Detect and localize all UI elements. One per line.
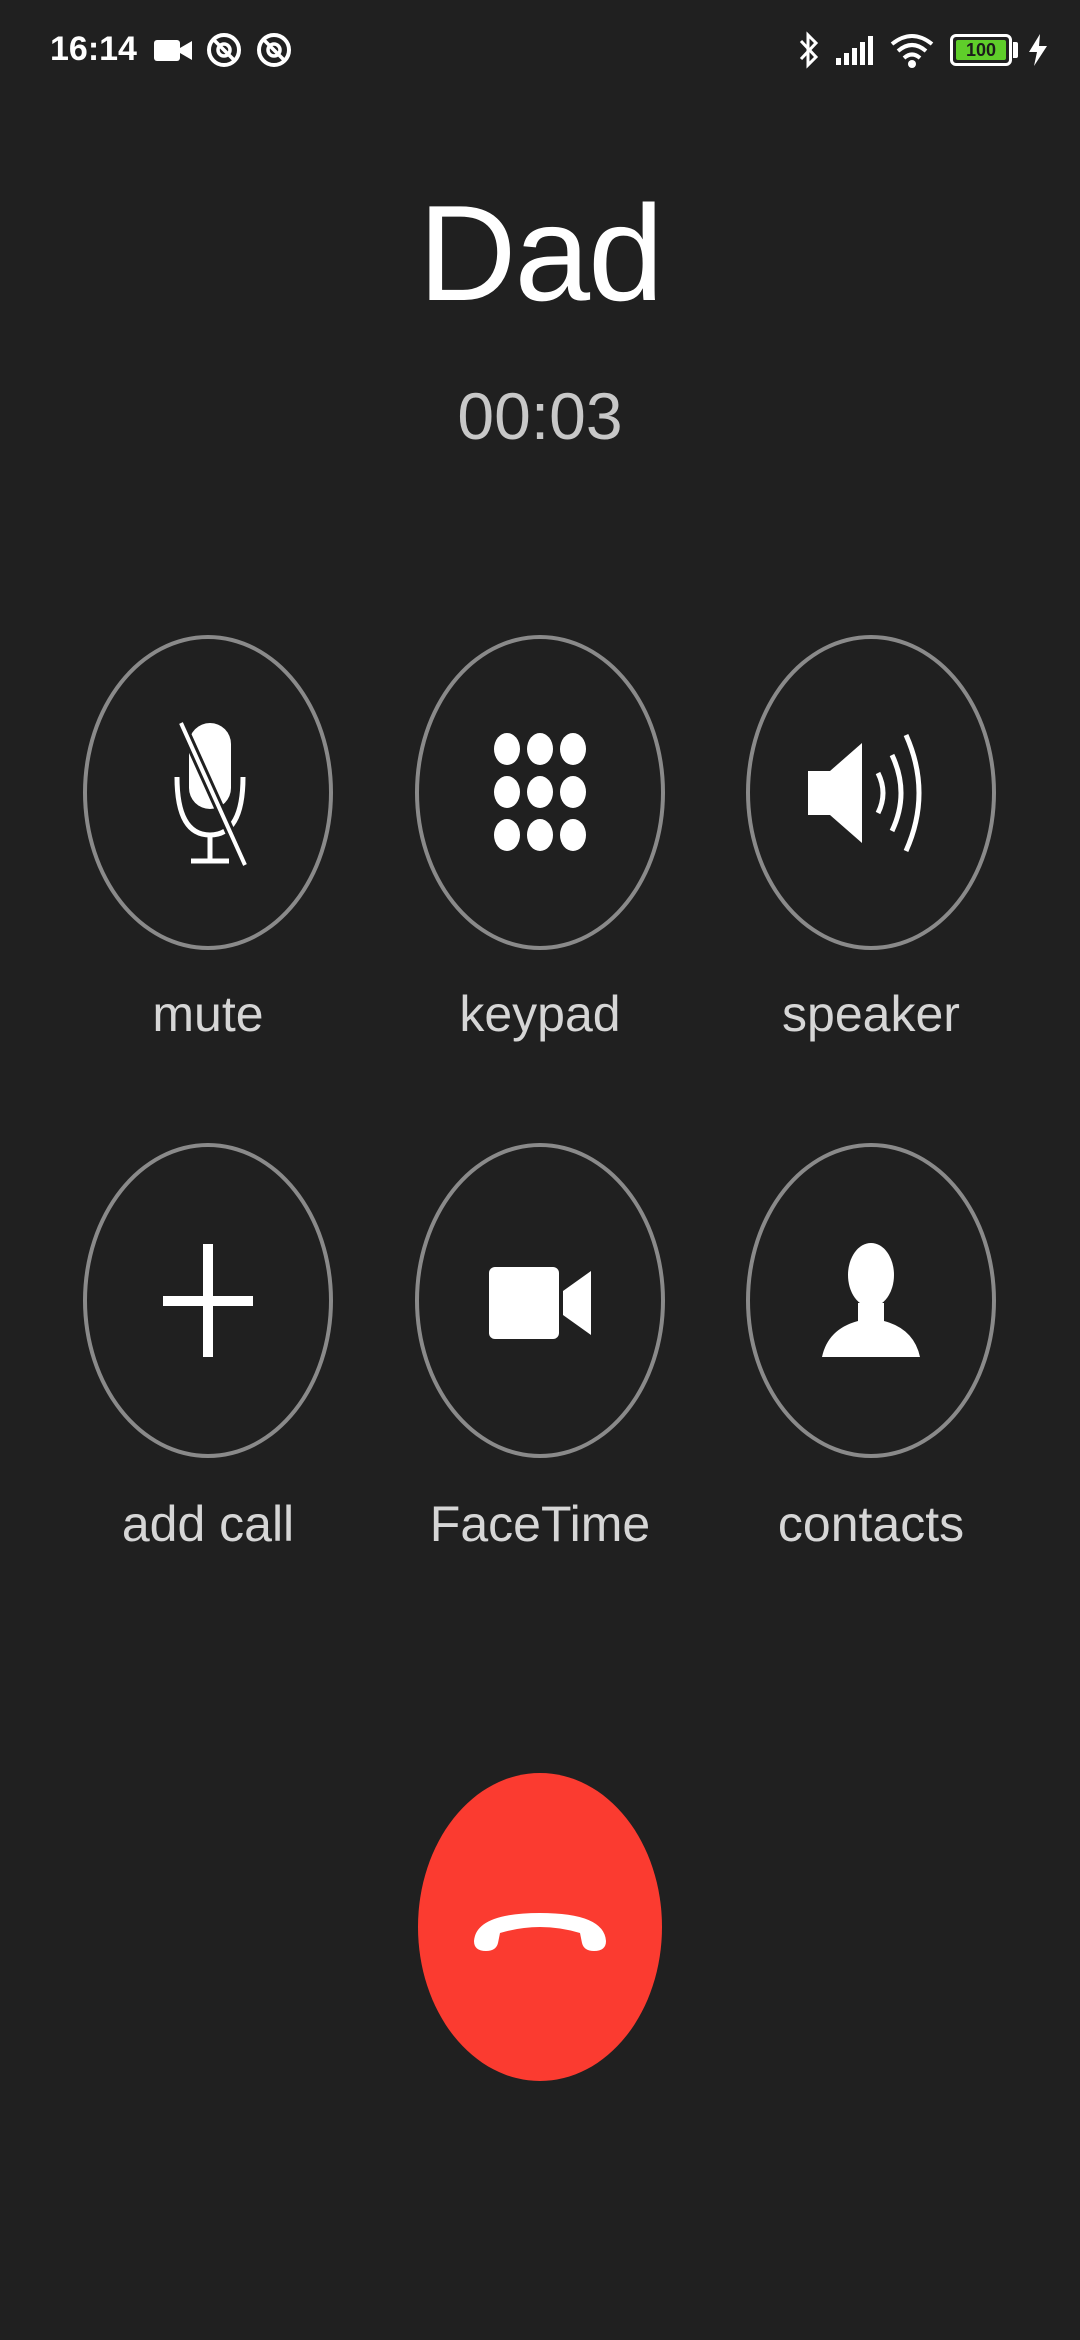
speaker-button[interactable] <box>746 635 996 950</box>
facetime-label: FaceTime <box>429 1496 651 1552</box>
battery-nub <box>1013 42 1018 58</box>
video-camera-icon <box>154 40 192 61</box>
battery-level: 100 <box>956 40 1006 60</box>
notification-icon <box>257 33 291 67</box>
battery-icon: 100 <box>950 34 1012 66</box>
speaker-icon <box>808 733 922 853</box>
charging-icon <box>1029 34 1047 66</box>
hang-up-icon <box>474 1913 606 1951</box>
mute-button[interactable] <box>83 635 333 950</box>
wifi-icon <box>890 34 934 68</box>
video-camera-icon <box>489 1267 591 1339</box>
mute-label: mute <box>152 986 264 1042</box>
add-call-label: add call <box>121 1496 295 1552</box>
contacts-button[interactable] <box>746 1143 996 1458</box>
cellular-signal-icon <box>836 36 873 65</box>
microphone-muted-icon <box>174 720 250 868</box>
add-call-button[interactable] <box>83 1143 333 1458</box>
speaker-label: speaker <box>782 986 960 1042</box>
facetime-button[interactable] <box>415 1143 665 1458</box>
keypad-label: keypad <box>459 986 621 1042</box>
keypad-button[interactable] <box>415 635 665 950</box>
status-time: 16:14 <box>50 30 137 68</box>
call-duration: 00:03 <box>457 379 623 453</box>
keypad-icon <box>494 733 586 851</box>
contacts-label: contacts <box>777 1496 965 1552</box>
caller-name: Dad <box>418 177 664 329</box>
contact-person-icon <box>822 1243 920 1357</box>
end-call-button[interactable] <box>418 1773 662 2081</box>
status-bar: 16:14 100 <box>0 0 1080 100</box>
notification-icon <box>207 33 241 67</box>
bluetooth-icon <box>799 31 819 69</box>
plus-icon <box>163 1244 253 1357</box>
